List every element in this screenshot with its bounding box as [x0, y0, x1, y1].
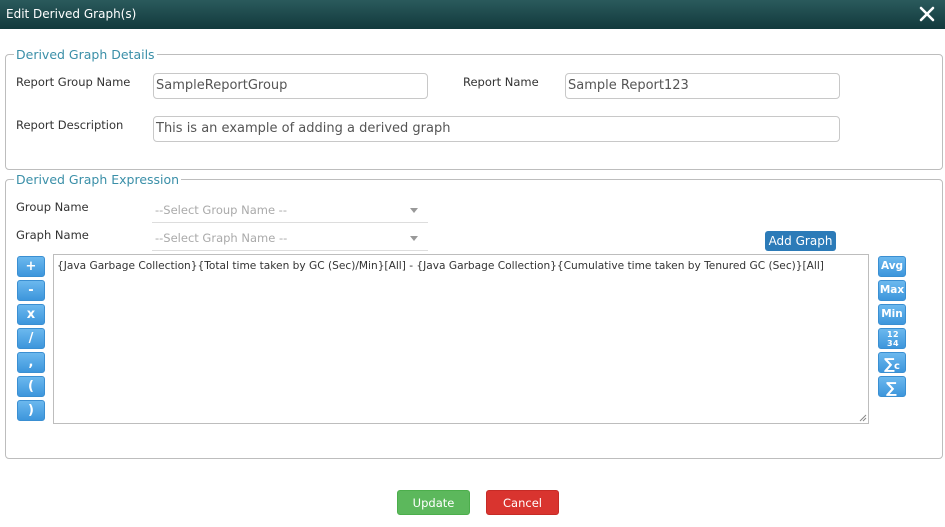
plus-button[interactable]: + [17, 256, 45, 277]
add-graph-button[interactable]: Add Graph [765, 231, 836, 251]
graph-name-select[interactable]: --Select Graph Name -- [152, 225, 428, 251]
svg-text:c: c [894, 361, 900, 372]
sum-button[interactable]: ∑ [878, 376, 906, 397]
multiply-button[interactable]: x [17, 304, 45, 325]
report-description-input[interactable]: This is an example of adding a derived g… [153, 116, 840, 142]
avg-button[interactable]: Avg [878, 256, 906, 277]
sum-count-icon: ∑ c [884, 355, 900, 373]
chevron-down-icon [410, 208, 418, 213]
resize-handle-icon[interactable] [859, 414, 867, 422]
minus-button[interactable]: - [17, 280, 45, 301]
svg-text:3: 3 [887, 339, 893, 348]
graph-name-label: Graph Name [16, 228, 89, 242]
report-name-label: Report Name [463, 75, 539, 89]
sum-count-button[interactable]: ∑ c [878, 352, 906, 373]
close-paren-button[interactable]: ) [17, 400, 45, 421]
report-description-label: Report Description [16, 118, 124, 132]
close-icon[interactable] [917, 4, 937, 24]
dialog-title-bar: Edit Derived Graph(s) [0, 0, 945, 29]
expression-legend: Derived Graph Expression [16, 172, 180, 187]
derived-graph-details-section: Derived Graph Details [5, 47, 943, 170]
svg-text:4: 4 [893, 339, 899, 348]
numbers-icon: 1 2 3 4 [887, 330, 899, 348]
report-group-input[interactable]: SampleReportGroup [153, 73, 428, 99]
divide-button[interactable]: / [17, 328, 45, 349]
max-button[interactable]: Max [878, 280, 906, 301]
chevron-down-icon [410, 236, 418, 241]
group-name-label: Group Name [16, 200, 89, 214]
min-button[interactable]: Min [878, 304, 906, 325]
dialog-title: Edit Derived Graph(s) [6, 7, 137, 21]
comma-button[interactable]: , [17, 352, 45, 373]
cancel-button[interactable]: Cancel [486, 490, 559, 515]
details-legend: Derived Graph Details [16, 47, 155, 62]
update-button[interactable]: Update [397, 490, 470, 515]
numbers-button[interactable]: 1 2 3 4 [878, 328, 906, 349]
graph-name-placeholder: --Select Graph Name -- [155, 231, 288, 245]
group-name-placeholder: --Select Group Name -- [155, 203, 287, 217]
expression-text: {Java Garbage Collection}{Total time tak… [57, 260, 824, 272]
svg-text:2: 2 [893, 330, 899, 339]
open-paren-button[interactable]: ( [17, 376, 45, 397]
report-group-label: Report Group Name [16, 75, 131, 89]
expression-textarea[interactable]: {Java Garbage Collection}{Total time tak… [53, 254, 869, 424]
report-name-input[interactable]: Sample Report123 [565, 73, 840, 99]
svg-text:∑: ∑ [886, 379, 897, 396]
group-name-select[interactable]: --Select Group Name -- [152, 197, 428, 223]
sum-icon: ∑ [886, 379, 897, 397]
